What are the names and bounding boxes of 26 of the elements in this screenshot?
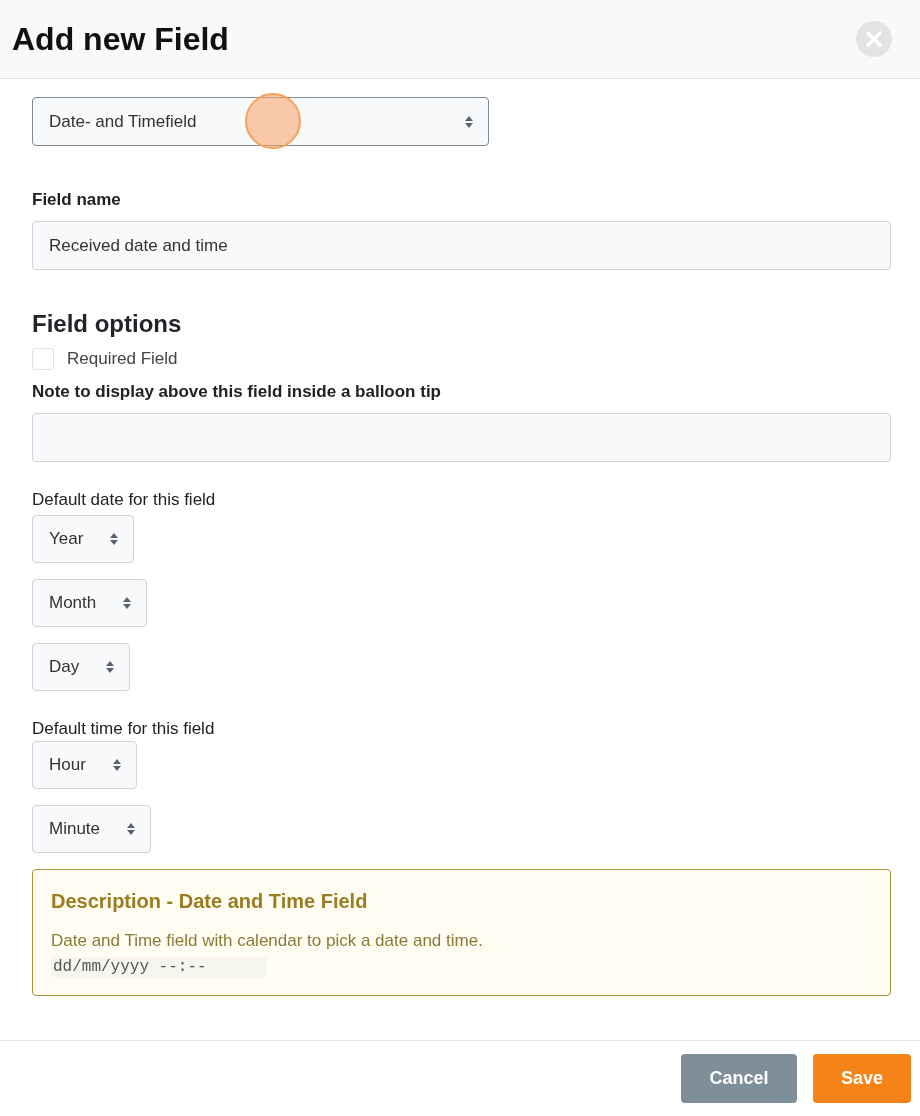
checkbox[interactable]: [32, 348, 54, 370]
field-label: Default date for this field: [32, 490, 216, 510]
field-label: Field name: [32, 190, 121, 210]
dropdown-select[interactable]: Day: [32, 643, 131, 691]
section-heading: Field options: [32, 310, 182, 338]
field-label: Note to display above this field inside a balloon tip: [32, 382, 441, 402]
date-time-input[interactable]: dd/mm/yyyy --:--: [51, 957, 267, 977]
sort-arrows-icon: [126, 821, 137, 837]
field-type-select[interactable]: Date- and Timefield: [32, 97, 489, 146]
checkbox-label: Required Field: [67, 349, 178, 369]
sort-arrows-icon: [105, 659, 116, 675]
dropdown-select[interactable]: Minute: [32, 805, 152, 853]
sort-arrows-icon: [109, 531, 120, 547]
field-label: Default time for this field: [32, 719, 215, 739]
dialog-title: Add new Field: [12, 20, 229, 58]
description-text: Date and Time field with calendar to pick a date and time.: [51, 931, 484, 951]
sort-arrows-icon: [122, 595, 133, 611]
description-title: Description - Date and Time Field: [51, 890, 369, 913]
input-field[interactable]: Received date and time: [32, 221, 891, 270]
input-field[interactable]: [32, 413, 891, 462]
close-icon[interactable]: [856, 21, 892, 57]
click-marker: [245, 93, 301, 149]
dropdown-select[interactable]: Year: [32, 515, 135, 563]
dropdown-select[interactable]: Month: [32, 579, 148, 627]
dropdown-select[interactable]: Hour: [32, 741, 137, 789]
sort-arrows-icon: [111, 757, 122, 773]
